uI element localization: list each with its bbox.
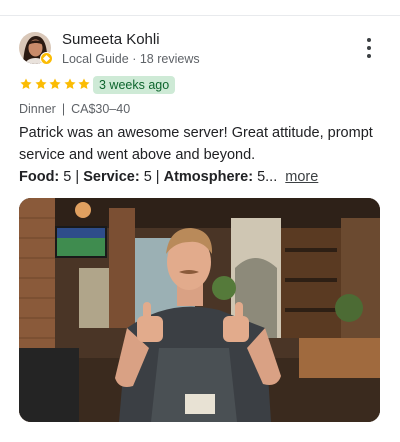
- service-label: Service:: [83, 169, 140, 185]
- visit-separator: |: [61, 102, 66, 116]
- star-rating: [19, 77, 92, 91]
- top-divider: [0, 15, 400, 16]
- star-icon: [78, 78, 90, 90]
- ratings-separator: |: [155, 169, 160, 185]
- local-guide-label: Local Guide: [62, 52, 129, 66]
- sub-ratings: Food: 5 | Service: 5 | Atmosphere: 5... …: [19, 166, 318, 188]
- atmosphere-value: 5...: [257, 169, 278, 185]
- more-vert-icon[interactable]: [360, 38, 378, 58]
- star-icon: [34, 78, 47, 90]
- price-range: CA$30–40: [71, 102, 131, 116]
- meta-separator: ·: [132, 52, 137, 66]
- food-label: Food:: [19, 169, 60, 185]
- review-photo[interactable]: [19, 198, 380, 422]
- food-value: 5: [63, 169, 72, 185]
- reviewer-name[interactable]: Sumeeta Kohli: [62, 31, 160, 48]
- reviewer-meta: Local Guide · 18 reviews: [62, 52, 200, 66]
- visit-details: Dinner | CA$30–40: [19, 102, 130, 116]
- local-guide-icon: [40, 52, 53, 65]
- star-icon: [20, 78, 32, 90]
- service-value: 5: [143, 169, 152, 185]
- review-text: Patrick was an awesome server! Great att…: [19, 125, 373, 163]
- star-icon: [63, 78, 76, 90]
- meal-type: Dinner: [19, 102, 56, 116]
- atmosphere-label: Atmosphere:: [163, 169, 254, 185]
- star-icon: [49, 78, 61, 90]
- ratings-separator: |: [75, 169, 80, 185]
- time-ago-badge: 3 weeks ago: [93, 76, 176, 94]
- more-link[interactable]: more: [285, 169, 318, 185]
- review-count: 18 reviews: [139, 52, 200, 66]
